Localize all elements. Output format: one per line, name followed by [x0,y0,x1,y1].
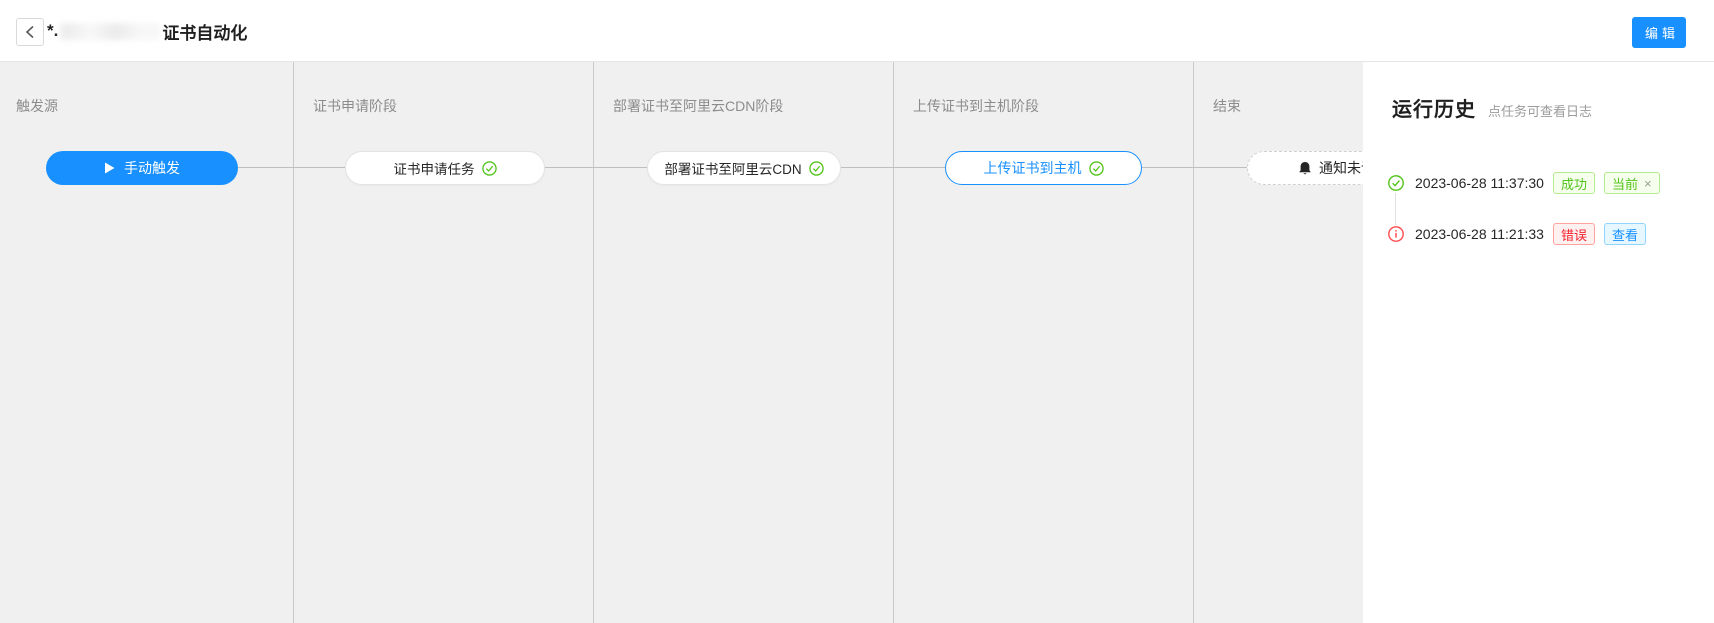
column-divider [893,62,894,623]
history-entry-row[interactable]: 2023-06-28 11:37:30 成功 当前 × [1363,170,1714,196]
run-history-header: 运行历史 点任务可查看日志 [1392,93,1592,122]
title-prefix: *. [47,21,58,41]
stage-label-cert-request: 证书申请阶段 [313,96,397,116]
stage-label-upload-host: 上传证书到主机阶段 [913,96,1039,116]
task-node-cert-request[interactable]: 证书申请任务 [345,151,545,185]
trigger-node-manual[interactable]: 手动触发 [46,151,238,185]
current-run-tag[interactable]: 当前 × [1604,172,1660,194]
check-circle-icon [482,161,497,176]
close-icon[interactable]: × [1644,177,1652,190]
run-history-panel: 运行历史 点任务可查看日志 2023-06-28 11:37:30 成功 当前 … [1363,62,1714,623]
chevron-left-icon [25,25,35,39]
status-badge-error: 错误 [1553,223,1595,245]
back-button[interactable] [16,18,44,46]
connector-line [545,167,647,168]
check-circle-icon [1089,161,1104,176]
trigger-node-label: 手动触发 [124,158,180,178]
play-icon [104,162,115,174]
page-header: *. 证书自动化 编辑 [0,0,1714,62]
stage-label-trigger: 触发源 [16,96,58,116]
bell-icon [1298,161,1312,176]
run-timestamp: 2023-06-28 11:37:30 [1415,175,1544,191]
title-suffix: 证书自动化 [162,19,247,44]
column-divider [593,62,594,623]
stage-label-deploy-cdn: 部署证书至阿里云CDN阶段 [613,96,783,116]
connector-line [1142,167,1247,168]
column-divider [1193,62,1194,623]
run-history-title: 运行历史 [1392,93,1476,122]
connector-line [841,167,945,168]
error-circle-icon [1388,226,1404,242]
run-timestamp: 2023-06-28 11:21:33 [1415,226,1544,242]
certificate-automation-page: *. 证书自动化 编辑 触发源 证书申请阶段 部署证书至阿里云CDN阶段 上传证… [0,0,1714,623]
task-node-label: 证书申请任务 [394,158,475,178]
column-divider [293,62,294,623]
success-circle-icon [1388,175,1404,191]
page-title: *. 证书自动化 [47,0,247,62]
task-node-label: 上传证书到主机 [984,158,1082,178]
task-node-deploy-cdn[interactable]: 部署证书至阿里云CDN [647,151,841,185]
status-badge-success: 成功 [1553,172,1595,194]
redacted-domain-text [60,23,160,40]
stage-label-end: 结束 [1213,96,1241,116]
view-run-button[interactable]: 查看 [1604,223,1646,245]
edit-button[interactable]: 编辑 [1632,17,1686,48]
connector-line [238,167,345,168]
run-history-hint: 点任务可查看日志 [1488,101,1592,120]
check-circle-icon [809,161,824,176]
history-entry-row[interactable]: 2023-06-28 11:21:33 错误 查看 [1363,221,1714,247]
task-node-label: 部署证书至阿里云CDN [664,158,801,178]
task-node-upload-host[interactable]: 上传证书到主机 [945,151,1142,185]
